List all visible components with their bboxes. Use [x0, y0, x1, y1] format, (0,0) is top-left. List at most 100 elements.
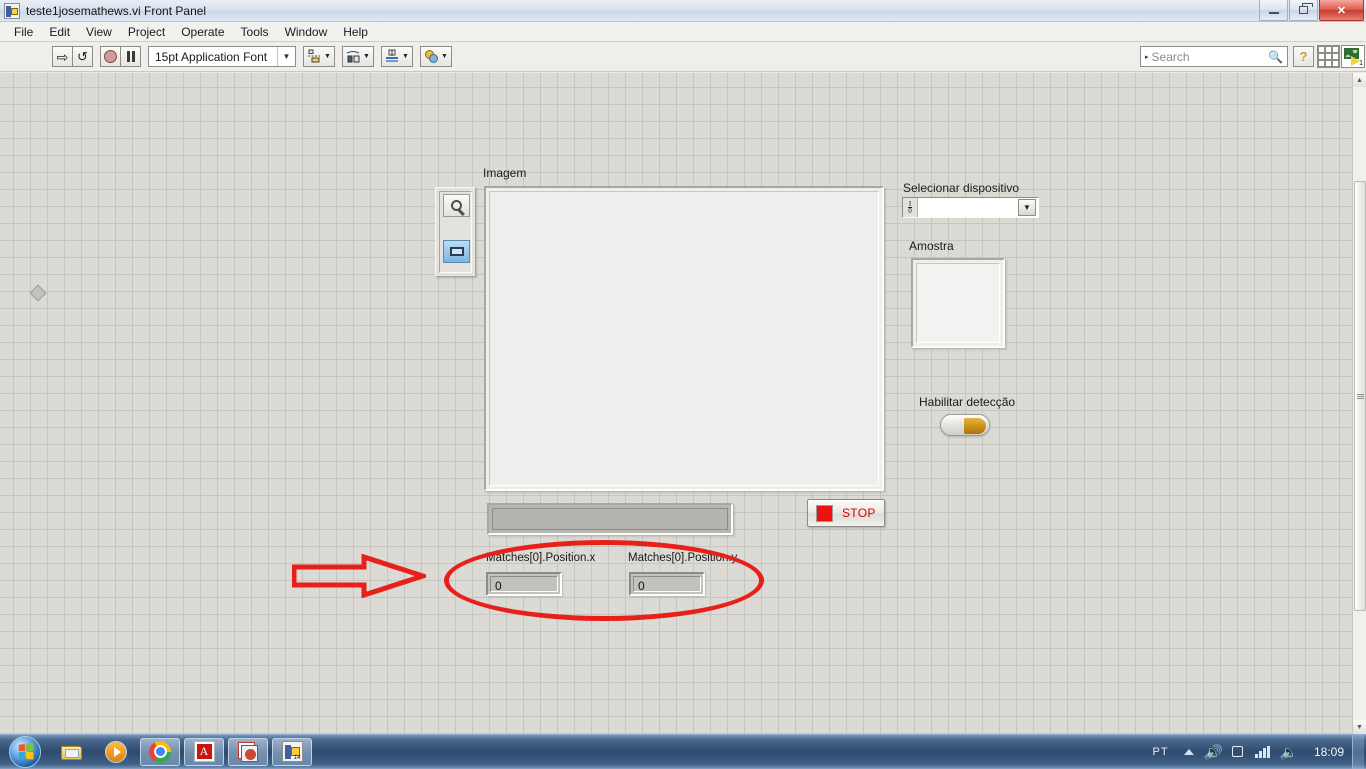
- run-arrow-icon: ⇨: [57, 50, 69, 64]
- reorder-objects-button[interactable]: ▼: [420, 46, 452, 67]
- align-objects-icon: [307, 49, 322, 64]
- scroll-up-button[interactable]: ▲: [1353, 73, 1366, 87]
- run-continuously-button[interactable]: ↺: [72, 46, 93, 67]
- run-button[interactable]: ⇨: [52, 46, 73, 67]
- context-help-button[interactable]: ?: [1293, 46, 1314, 67]
- vi-number: 1: [1359, 60, 1363, 67]
- device-selector-control[interactable]: I0 ▼: [902, 197, 1039, 218]
- pause-icon: [127, 51, 135, 62]
- search-options-icon[interactable]: ▸: [1145, 53, 1149, 61]
- chevron-down-icon[interactable]: ▼: [402, 53, 409, 60]
- magnifier-icon: [451, 200, 462, 211]
- image-display[interactable]: [484, 186, 884, 491]
- taskbar-item-photo-viewer[interactable]: [228, 738, 268, 766]
- sample-display-canvas[interactable]: [916, 263, 1000, 343]
- system-tray[interactable]: PT 🔊 🔈 18:09: [1153, 735, 1366, 769]
- menu-bar[interactable]: File Edit View Project Operate Tools Win…: [0, 22, 1366, 42]
- menu-item-view[interactable]: View: [78, 24, 120, 40]
- distribute-objects-button[interactable]: ▼: [342, 46, 374, 67]
- grid-button[interactable]: [1317, 45, 1340, 68]
- font-selector[interactable]: 15pt Application Font ▼: [148, 46, 296, 67]
- chevron-down-icon[interactable]: ▼: [324, 53, 331, 60]
- search-box[interactable]: ▸ Search 🔍: [1140, 46, 1288, 67]
- search-input[interactable]: Search: [1152, 50, 1269, 64]
- selection-rectangle-icon: [450, 247, 464, 256]
- match-position-x-value[interactable]: 0: [490, 576, 558, 592]
- vi-thumbnail-button[interactable]: 1: [1341, 45, 1365, 68]
- enable-detection-switch[interactable]: [940, 414, 990, 436]
- resize-objects-icon: [385, 49, 400, 64]
- chevron-down-icon[interactable]: ▼: [441, 53, 448, 60]
- taskbar-item-windows-explorer[interactable]: [52, 738, 92, 766]
- show-desktop-button[interactable]: [1352, 735, 1364, 769]
- start-button[interactable]: [2, 735, 48, 769]
- photo-viewer-icon: [238, 742, 259, 762]
- match-position-x-field[interactable]: 0: [486, 572, 562, 596]
- taskbar-item-labview[interactable]: 14: [272, 738, 312, 766]
- stop-button[interactable]: STOP: [807, 499, 885, 527]
- menu-item-file[interactable]: File: [6, 24, 41, 40]
- taskbar-item-adobe-reader[interactable]: A: [184, 738, 224, 766]
- sample-display-label: Amostra: [909, 239, 954, 253]
- menu-item-edit[interactable]: Edit: [41, 24, 78, 40]
- volume-alert-icon[interactable]: 🔊: [1204, 745, 1221, 759]
- annotation-arrow: [292, 554, 426, 598]
- taskbar-item-windows-media-player[interactable]: [96, 738, 136, 766]
- match-position-y-value[interactable]: 0: [633, 576, 701, 592]
- match-position-x-label: Matches[0].Position.x: [486, 552, 595, 564]
- reorder-objects-icon: [424, 49, 439, 64]
- match-position-y-field[interactable]: 0: [629, 572, 705, 596]
- menu-item-window[interactable]: Window: [277, 24, 336, 40]
- taskbar[interactable]: A 14 PT 🔊 🔈 18:09: [0, 734, 1366, 768]
- chevron-down-icon[interactable]: ▼: [1018, 199, 1036, 216]
- selection-rectangle-tool-button[interactable]: [443, 240, 470, 263]
- minimize-icon: [1269, 12, 1279, 14]
- restore-button[interactable]: [1289, 0, 1318, 21]
- chevron-down-icon[interactable]: ▼: [363, 53, 370, 60]
- chrome-icon: [149, 741, 171, 763]
- minimize-button[interactable]: [1259, 0, 1288, 21]
- title-bar[interactable]: teste1josemathews.vi Front Panel ✕: [0, 0, 1366, 22]
- speaker-icon[interactable]: 🔈: [1280, 745, 1297, 759]
- chevron-up-icon: [1184, 749, 1194, 755]
- signal-bars-icon[interactable]: [1255, 746, 1270, 758]
- distribute-objects-icon: [346, 49, 361, 64]
- string-indicator[interactable]: [487, 503, 733, 535]
- menu-item-project[interactable]: Project: [120, 24, 173, 40]
- language-indicator[interactable]: PT: [1153, 746, 1169, 758]
- network-icon[interactable]: [1231, 745, 1245, 759]
- align-objects-button[interactable]: ▼: [303, 46, 335, 67]
- abort-execution-button[interactable]: [100, 46, 121, 67]
- vertical-scrollbar[interactable]: ▲ ▼: [1352, 73, 1366, 734]
- scroll-down-button[interactable]: ▼: [1353, 720, 1366, 734]
- toolbar[interactable]: ⇨ ↺ 15pt Application Font ▼ ▼: [0, 42, 1366, 72]
- close-button[interactable]: ✕: [1319, 0, 1364, 21]
- labview-vi-icon: [4, 3, 20, 19]
- show-hidden-icons-button[interactable]: [1184, 749, 1194, 755]
- resize-objects-button[interactable]: ▼: [381, 46, 413, 67]
- string-indicator-value[interactable]: [492, 508, 728, 530]
- front-panel-canvas[interactable]: Imagem Selecionar dispositivo I0 ▼ Amost…: [0, 73, 1352, 734]
- image-display-label: Imagem: [483, 166, 526, 180]
- restore-icon: [1299, 6, 1308, 14]
- switch-knob: [964, 418, 986, 434]
- clock[interactable]: 18:09: [1314, 745, 1344, 759]
- chevron-down-icon[interactable]: ▼: [277, 47, 295, 66]
- enable-detection-label: Habilitar detecção: [919, 395, 1015, 409]
- window-title: teste1josemathews.vi Front Panel: [26, 4, 206, 18]
- menu-item-tools[interactable]: Tools: [233, 24, 277, 40]
- window-controls[interactable]: ✕: [1259, 0, 1366, 21]
- scrollbar-grip-icon: [1357, 394, 1364, 399]
- scrollbar-thumb[interactable]: [1354, 181, 1366, 611]
- image-display-canvas[interactable]: [489, 191, 879, 486]
- taskbar-item-google-chrome[interactable]: [140, 738, 180, 766]
- media-player-icon: [105, 741, 127, 763]
- pause-button[interactable]: [120, 46, 141, 67]
- image-tool-palette[interactable]: [435, 187, 476, 277]
- search-icon[interactable]: 🔍: [1268, 50, 1283, 64]
- sample-display[interactable]: [911, 258, 1005, 348]
- menu-item-operate[interactable]: Operate: [173, 24, 232, 40]
- menu-item-help[interactable]: Help: [335, 24, 376, 40]
- folder-icon: [61, 743, 83, 761]
- zoom-tool-button[interactable]: [443, 194, 470, 217]
